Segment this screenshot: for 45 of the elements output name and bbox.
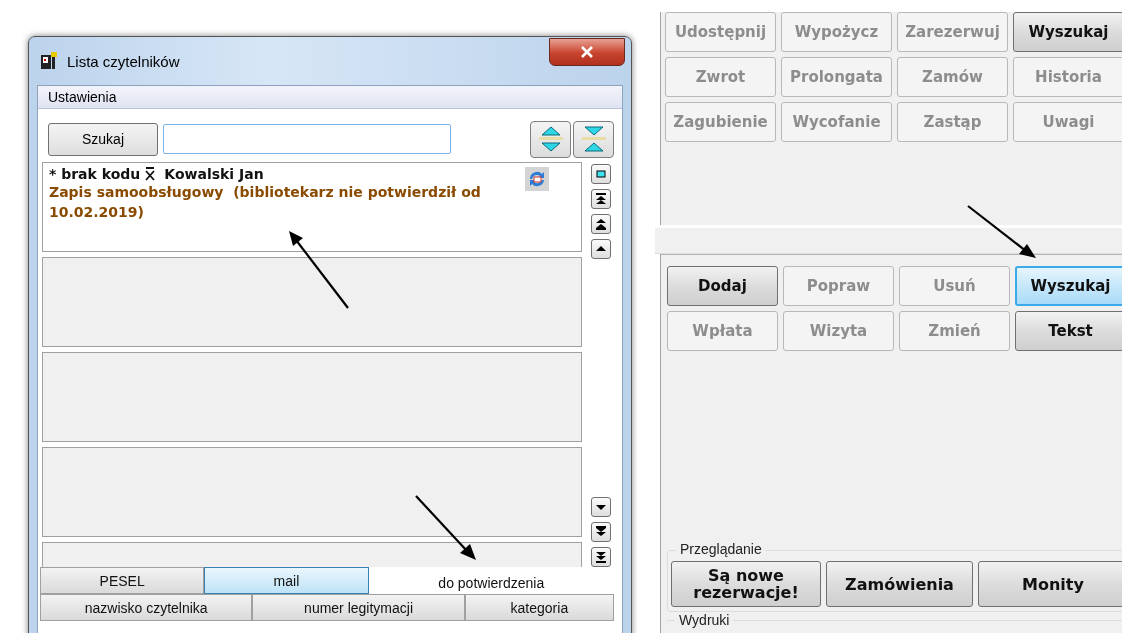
close-button[interactable] [549,38,625,66]
collapse-button[interactable] [573,120,614,158]
tab[interactable]: nazwisko czytelnika [40,594,253,621]
browse-button[interactable]: Są nowe rezerwacje! [671,561,821,607]
group-title: Wydruki [675,612,734,628]
reader-record[interactable]: * brak kodu Kowalski Jan Zapis samoobsługowy (bibliotekarz nie potwierdził od 10.02.2019) [42,162,582,252]
search-field[interactable] [163,124,451,154]
arrow [415,495,476,560]
cross-icon [145,167,156,181]
action-button[interactable]: Wyszukaj [1015,266,1122,306]
group-title: Przeglądanie [676,541,766,557]
record-note: Zapis samoobsługowy (bibliotekarz nie potwierdził od 10.02.2019) [49,183,482,222]
tab[interactable]: mail [204,567,369,594]
browse-button[interactable]: Monity [978,561,1122,607]
up-icon [595,245,607,253]
double-down-icon [595,526,607,538]
sync-icon [525,167,549,191]
tab[interactable]: numer legitymacji [252,594,465,621]
menu-item[interactable]: Ustawienia [42,89,123,105]
status-label: * brak kodu [49,166,141,182]
stop-button[interactable] [591,164,611,184]
expand-button[interactable] [530,120,571,158]
last-button[interactable] [591,547,611,567]
last-icon [595,551,607,563]
double-up-icon [595,218,607,230]
action-button[interactable]: Tekst [1015,311,1122,351]
page-down-button[interactable] [591,522,611,542]
reader-name: Kowalski Jan [164,166,264,182]
browse-button[interactable]: Zamówienia [826,561,973,607]
down-icon [595,503,607,511]
page-up-button[interactable] [591,214,611,234]
window-title: Lista czytelników [67,52,180,70]
tab[interactable]: PESEL [40,567,205,594]
action-button[interactable]: Dodaj [667,266,778,306]
action-button[interactable]: Wyszukaj [1013,12,1122,52]
square-icon [596,170,606,178]
arrow [967,205,1036,258]
app-icon [39,51,59,71]
close-icon [580,46,594,58]
up-button[interactable] [591,239,611,259]
down-button[interactable] [591,497,611,517]
tab[interactable]: kategoria [464,594,614,621]
first-button[interactable] [591,189,611,209]
search-button[interactable]: Szukaj [48,122,158,156]
first-icon [595,193,607,205]
